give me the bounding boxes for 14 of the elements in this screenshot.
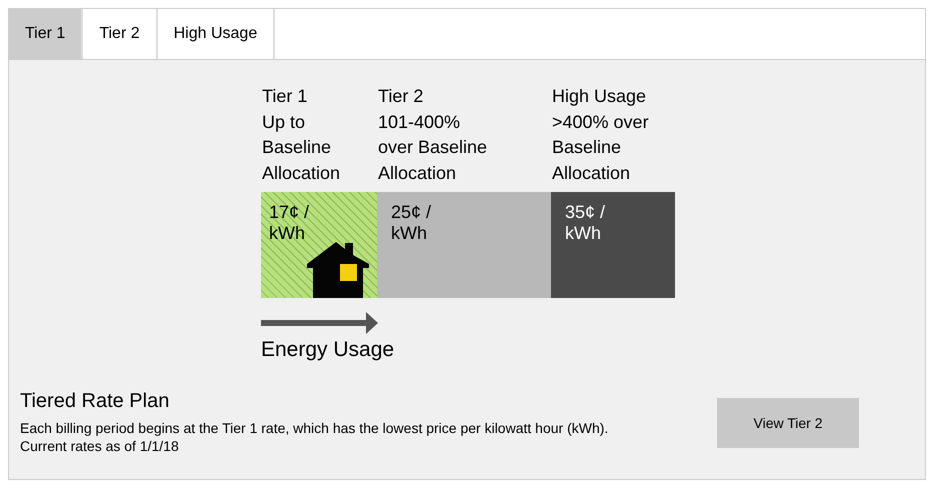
tier-price: 35¢ / kWh xyxy=(565,202,606,244)
axis-label: Energy Usage xyxy=(261,338,396,362)
tier-heading: Tier 2 101-400% over Baseline Allocation xyxy=(377,85,488,184)
view-tier-button[interactable]: View Tier 2 xyxy=(717,398,859,448)
arrow-icon xyxy=(261,312,378,334)
tier-price: 25¢ / kWh xyxy=(391,202,432,244)
tab[interactable]: High Usage xyxy=(158,9,276,59)
tier-price: 17¢ / kWh xyxy=(269,202,310,244)
rates-note: Current rates as of 1/1/18 xyxy=(20,437,180,455)
tier-heading: Tier 1 Up to Baseline Allocation xyxy=(261,85,342,184)
tab[interactable]: Tier 1 xyxy=(9,9,84,59)
plan-description: Each billing period begins at the Tier 1 rate, which has the lowest price per kilowatt hour (kWh). xyxy=(20,419,610,437)
tier-heading: High Usage >400% over Baseline Allocation xyxy=(551,85,650,184)
plan-title: Tiered Rate Plan xyxy=(20,390,170,413)
